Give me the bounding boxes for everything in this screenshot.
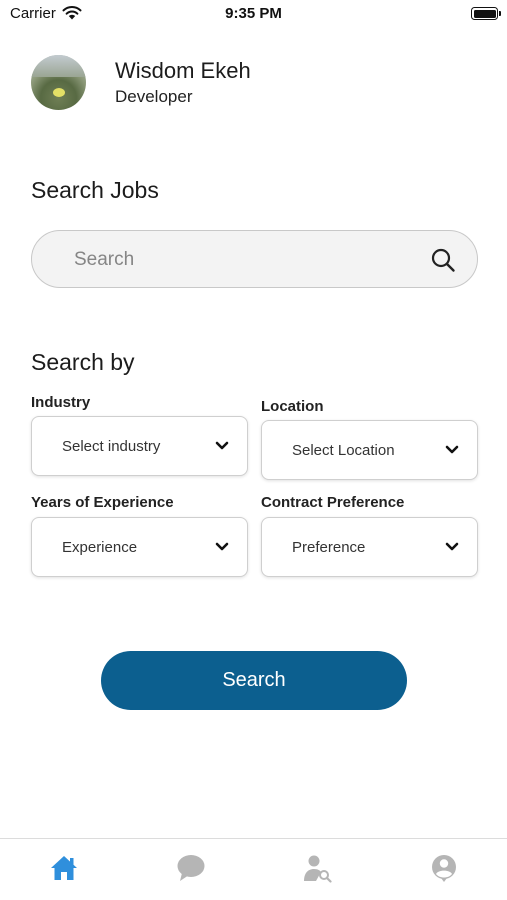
search-icon[interactable]	[430, 247, 456, 273]
industry-label: Industry	[31, 394, 91, 411]
status-bar: Carrier 9:35 PM	[0, 0, 507, 28]
profile-icon[interactable]	[429, 853, 459, 883]
industry-select-value: Select industry	[62, 438, 161, 455]
battery-tip	[499, 11, 501, 16]
search-jobs-title: Search Jobs	[31, 177, 159, 203]
search-by-title: Search by	[31, 349, 135, 375]
chat-bubble-icon[interactable]	[176, 853, 206, 883]
chevron-down-icon	[215, 542, 229, 551]
chevron-down-icon	[215, 441, 229, 450]
contract-preference-select-value: Preference	[292, 539, 366, 556]
battery-icon	[471, 7, 498, 20]
search-button[interactable]: Search	[101, 651, 407, 710]
location-select-value: Select Location	[292, 442, 395, 459]
tab-bar	[0, 838, 507, 900]
chevron-down-icon	[445, 445, 459, 454]
avatar[interactable]	[31, 55, 86, 110]
search-bar[interactable]	[31, 230, 478, 288]
job-search-screen: Carrier 9:35 PM Wisdom Ekeh Developer Se…	[0, 0, 507, 900]
experience-select-value: Experience	[62, 539, 138, 556]
location-label: Location	[261, 398, 324, 415]
clock: 9:35 PM	[225, 5, 282, 22]
experience-select[interactable]: Experience	[31, 517, 248, 577]
industry-select[interactable]: Select industry	[31, 416, 248, 476]
contract-preference-label: Contract Preference	[261, 494, 405, 511]
contract-preference-select[interactable]: Preference	[261, 517, 478, 577]
user-search-icon[interactable]	[302, 853, 332, 883]
location-select[interactable]: Select Location	[261, 420, 478, 480]
chevron-down-icon	[445, 542, 459, 551]
search-input[interactable]	[74, 245, 404, 275]
home-icon[interactable]	[49, 853, 79, 883]
user-name: Wisdom Ekeh	[115, 58, 251, 83]
experience-label: Years of Experience	[31, 494, 174, 511]
user-role: Developer	[115, 87, 193, 106]
